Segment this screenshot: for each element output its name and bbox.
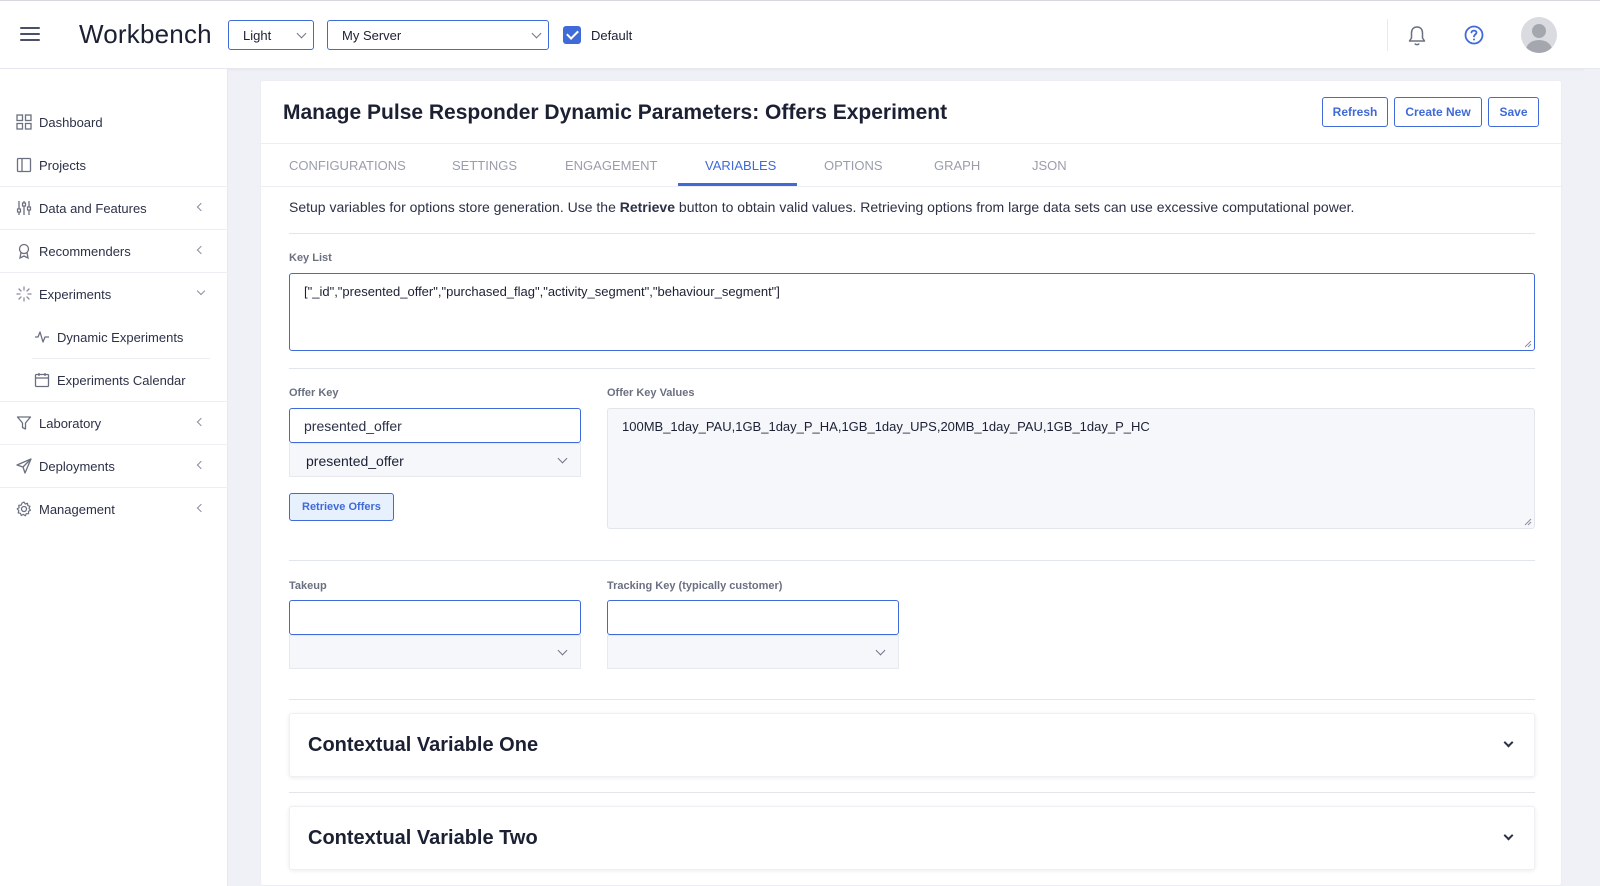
- save-button[interactable]: Save: [1488, 97, 1539, 127]
- book-icon: [16, 157, 32, 173]
- theme-select-value: Light: [243, 28, 272, 43]
- server-select-value: My Server: [342, 28, 402, 43]
- sidebar-item-label: Deployments: [39, 459, 115, 474]
- sidebar-item-experiments-calendar[interactable]: Experiments Calendar: [32, 358, 212, 401]
- app-brand: Workbench: [79, 19, 212, 49]
- sidebar-item-recommenders[interactable]: Recommenders: [0, 229, 212, 272]
- tab-settings[interactable]: SETTINGS: [452, 158, 517, 173]
- top-bar: Workbench Light My Server Default: [0, 0, 1600, 69]
- offer-key-values-label: Offer Key Values: [607, 387, 695, 399]
- sidebar-item-label: Data and Features: [39, 201, 147, 216]
- tracking-key-label: Tracking Key (typically customer): [607, 580, 783, 592]
- tab-json[interactable]: JSON: [1032, 158, 1067, 173]
- sidebar-item-dynamic-experiments[interactable]: Dynamic Experiments: [32, 315, 212, 358]
- chevron-down-icon: [531, 28, 542, 39]
- create-new-button[interactable]: Create New: [1394, 97, 1482, 127]
- chevron-left-icon: [196, 202, 206, 212]
- scrollbar-track[interactable]: [1584, 69, 1600, 886]
- offer-key-select[interactable]: presented_offer: [289, 443, 581, 477]
- sidebar-item-data-and-features[interactable]: Data and Features: [0, 186, 212, 229]
- sidebar-item-projects[interactable]: Projects: [0, 143, 212, 186]
- takeup-input[interactable]: [289, 600, 581, 635]
- sliders-icon: [16, 201, 32, 215]
- chevron-down-icon: [196, 286, 206, 296]
- sidebar-item-label: Recommenders: [39, 244, 131, 259]
- chevron-down-icon: [1503, 830, 1514, 841]
- resize-handle-icon[interactable]: [1524, 340, 1532, 348]
- offer-key-select-value: presented_offer: [306, 453, 404, 469]
- filter-icon: [16, 416, 32, 430]
- sidebar-item-label: Dashboard: [39, 115, 103, 130]
- tab-options[interactable]: OPTIONS: [824, 158, 883, 173]
- sidebar-item-label: Projects: [39, 158, 86, 173]
- theme-select[interactable]: Light: [228, 20, 314, 50]
- offer-key-values-textarea[interactable]: 100MB_1day_PAU,1GB_1day_P_HA,1GB_1day_UP…: [607, 408, 1535, 529]
- bell-icon[interactable]: [1407, 25, 1427, 47]
- sidebar-item-label: Management: [39, 502, 115, 517]
- activity-icon: [35, 331, 49, 343]
- tracking-key-select[interactable]: [607, 635, 899, 669]
- page-title: Manage Pulse Responder Dynamic Parameter…: [283, 101, 948, 124]
- gear-icon: [16, 501, 32, 517]
- key-list-label: Key List: [289, 252, 332, 264]
- tab-configurations[interactable]: CONFIGURATIONS: [289, 158, 406, 173]
- sidebar-item-label: Experiments Calendar: [57, 373, 186, 388]
- help-icon[interactable]: [1464, 25, 1484, 45]
- sidebar-item-experiments[interactable]: Experiments: [0, 272, 212, 315]
- chevron-down-icon: [557, 453, 568, 464]
- takeup-label: Takeup: [289, 580, 327, 592]
- refresh-button[interactable]: Refresh: [1322, 97, 1388, 127]
- tracking-key-input[interactable]: [607, 600, 899, 635]
- takeup-select[interactable]: [289, 635, 581, 669]
- accordion-title: Contextual Variable Two: [308, 827, 538, 849]
- retrieve-offers-button[interactable]: Retrieve Offers: [289, 493, 394, 521]
- sidebar-item-deployments[interactable]: Deployments: [0, 444, 212, 487]
- sidebar: Dashboard Projects Data and Features Rec…: [0, 69, 228, 886]
- offer-key-input[interactable]: presented_offer: [289, 408, 581, 443]
- accordion-contextual-variable-one[interactable]: Contextual Variable One: [289, 713, 1535, 777]
- chevron-down-icon: [875, 645, 886, 656]
- accordion-title: Contextual Variable One: [308, 734, 539, 756]
- calendar-icon: [34, 373, 50, 388]
- loader-icon: [16, 286, 32, 302]
- offer-key-label: Offer Key: [289, 387, 339, 399]
- sidebar-item-label: Experiments: [39, 287, 112, 302]
- chevron-left-icon: [196, 245, 206, 255]
- sidebar-item-label: Laboratory: [39, 416, 102, 431]
- award-icon: [18, 243, 30, 259]
- sidebar-item-dashboard[interactable]: Dashboard: [0, 100, 212, 143]
- server-select[interactable]: My Server: [327, 20, 549, 50]
- send-icon: [16, 458, 32, 474]
- intro-text: Setup variables for options store genera…: [289, 199, 1355, 215]
- divider: [1387, 19, 1388, 51]
- grid-icon: [16, 114, 32, 130]
- user-avatar[interactable]: [1521, 17, 1557, 53]
- tab-variables[interactable]: VARIABLES: [705, 158, 776, 173]
- chevron-left-icon: [196, 417, 206, 427]
- resize-handle-icon[interactable]: [1524, 518, 1532, 526]
- default-checkbox[interactable]: [563, 26, 581, 44]
- accordion-contextual-variable-two[interactable]: Contextual Variable Two: [289, 806, 1535, 870]
- tab-graph[interactable]: GRAPH: [934, 158, 980, 173]
- default-label: Default: [591, 28, 633, 43]
- menu-icon[interactable]: [20, 27, 40, 43]
- chevron-down-icon: [296, 28, 307, 39]
- tab-engagement[interactable]: ENGAGEMENT: [565, 158, 657, 173]
- key-list-textarea[interactable]: ["_id","presented_offer","purchased_flag…: [289, 273, 1535, 351]
- chevron-down-icon: [557, 645, 568, 656]
- chevron-left-icon: [196, 460, 206, 470]
- sidebar-item-management[interactable]: Management: [0, 487, 212, 530]
- sidebar-item-label: Dynamic Experiments: [57, 330, 184, 345]
- chevron-down-icon: [1503, 737, 1514, 748]
- chevron-left-icon: [196, 503, 206, 513]
- sidebar-item-laboratory[interactable]: Laboratory: [0, 401, 212, 444]
- main-card: Manage Pulse Responder Dynamic Parameter…: [260, 80, 1563, 886]
